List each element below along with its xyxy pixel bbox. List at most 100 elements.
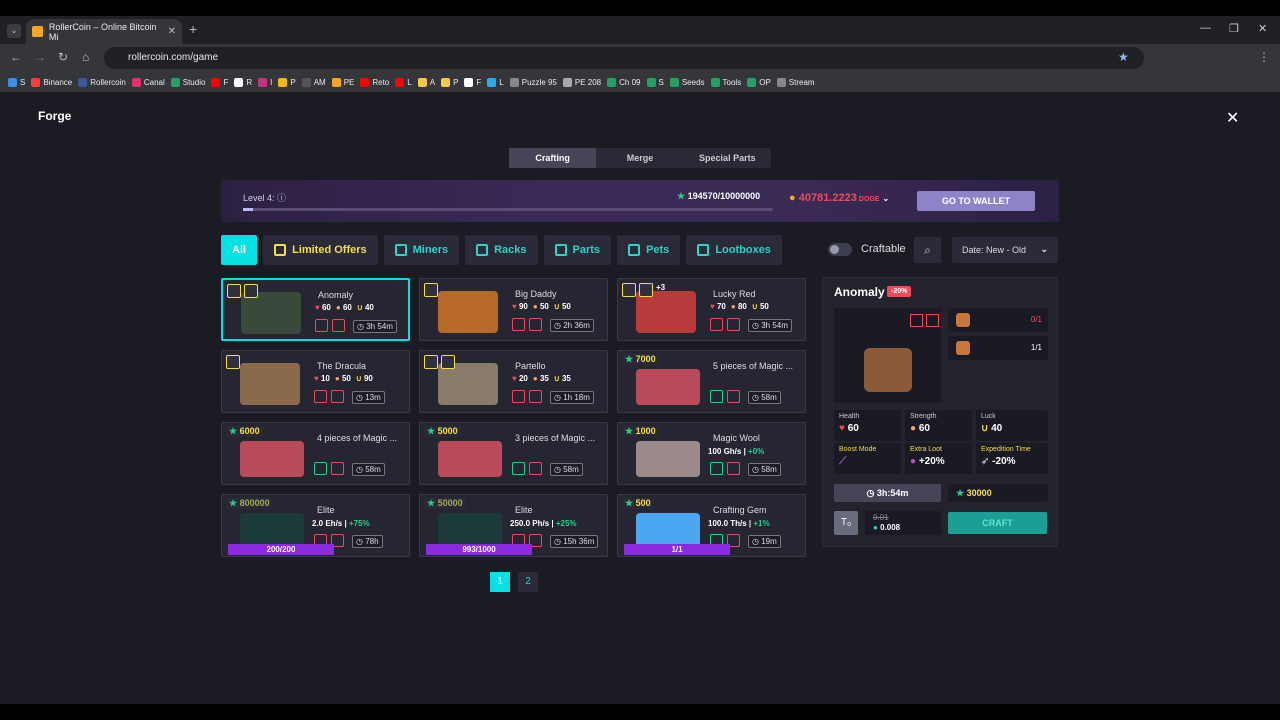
address-bar[interactable]: rollercoin.com/game [104, 47, 1144, 69]
stat: ● 80 [731, 302, 747, 311]
bookmark-item[interactable]: P [278, 77, 296, 87]
token-badge-icon [727, 318, 740, 331]
chevron-down-icon: ⌄ [882, 194, 890, 203]
bookmark-item[interactable]: AM [301, 77, 326, 87]
close-icon[interactable]: ✕ [1226, 108, 1239, 128]
bookmark-item[interactable]: Ch 09 [607, 77, 641, 87]
bookmark-item[interactable]: L [487, 77, 504, 87]
bookmark-star-icon[interactable]: ★ [1118, 50, 1129, 64]
heart-icon: ♥ [314, 374, 321, 383]
stat: ∪ 35 [554, 374, 571, 383]
bookmark-item[interactable]: Seeds [669, 77, 705, 87]
item-power: 250.0 Ph/s | +25% [510, 519, 577, 528]
item-card[interactable]: ★ 800000 Elite 2.0 Eh/s | +75% ◷ 78h 200/200 [221, 494, 410, 557]
bookmark-item[interactable]: Reto [360, 77, 389, 87]
item-card[interactable]: Anomaly ♥ 60 ● 60 ∪ 40 ◷ 3h 54m [221, 278, 410, 341]
bookmark-item[interactable]: F [464, 77, 481, 87]
tab-crafting[interactable]: Crafting [509, 148, 597, 168]
bookmark-item[interactable]: F [211, 77, 228, 87]
bookmark-item[interactable]: S [8, 77, 25, 87]
close-window-icon[interactable]: ✕ [1258, 22, 1267, 35]
bookmarks-bar: S Binance Rollercoin Canal Studio F R I P AM PE Ret… [0, 72, 1280, 92]
info-icon[interactable]: ⓘ [277, 193, 286, 203]
tab-merge[interactable]: Merge [596, 148, 683, 168]
item-name: 4 pieces of Magic ... [317, 433, 398, 443]
level-banner: Level 4: ⓘ ★ 194570/10000000 ● 40781.222… [221, 180, 1059, 222]
luck-stat: Luck ∪ 40 [976, 410, 1048, 441]
browser-menu-icon[interactable]: ⋮ [1258, 50, 1270, 64]
craftable-toggle[interactable] [828, 243, 852, 256]
price-value: 6000 [239, 426, 260, 436]
reload-icon[interactable]: ↻ [58, 50, 68, 64]
bookmark-item[interactable]: Binance [31, 77, 72, 87]
bookmark-item[interactable]: L [395, 77, 412, 87]
xp-reward: ★ 30000 [948, 484, 1048, 502]
maximize-icon[interactable]: ❐ [1229, 22, 1239, 35]
filter-all[interactable]: All [221, 235, 258, 265]
screen-bottom-bar [0, 704, 1280, 720]
forward-icon[interactable]: → [34, 50, 46, 64]
browser-tab[interactable]: RollerCoin – Online Bitcoin Mi ✕ [26, 19, 182, 44]
bookmark-item[interactable]: P [441, 77, 458, 87]
item-card[interactable]: +3 Lucky Red ♥ 70 ● 80 ∪ 50 ◷ 3h 54m [617, 278, 806, 341]
go-to-wallet-button[interactable]: GO TO WALLET [917, 191, 1035, 211]
token-icon[interactable]: T₀ [834, 511, 858, 535]
bookmark-item[interactable]: Canal [131, 77, 165, 87]
item-card[interactable]: ★ 50000 Elite 250.0 Ph/s | +25% ◷ 15h 36m 99… [419, 494, 608, 557]
item-card[interactable]: The Dracula ♥ 10 ● 50 ∪ 90 ◷ 13m [221, 350, 410, 413]
clock-icon: ◷ [357, 322, 367, 331]
bookmark-item[interactable]: Stream [776, 77, 815, 87]
filter-miners[interactable]: Miners [383, 235, 460, 265]
close-tab-icon[interactable]: ✕ [168, 26, 176, 37]
tab-special-parts[interactable]: Special Parts [684, 148, 771, 168]
loot-icon: ● [910, 456, 917, 467]
bookmark-item[interactable]: R [234, 77, 252, 87]
craft-time: ◷ 58m [748, 463, 781, 476]
page-2-button[interactable]: 2 [518, 572, 538, 592]
bookmark-favicon-icon [646, 77, 656, 87]
back-icon[interactable]: ← [10, 50, 22, 64]
home-icon[interactable]: ⌂ [82, 50, 89, 64]
fist-icon: ● [910, 423, 917, 434]
power-bonus: +1% [753, 519, 770, 528]
bookmark-item[interactable]: PE 208 [562, 77, 601, 87]
minimize-icon[interactable]: — [1200, 22, 1211, 34]
sort-dropdown[interactable]: Date: New - Old ⌄ [952, 237, 1058, 263]
item-card[interactable]: ★ 7000 5 pieces of Magic ... ◷ 58m [617, 350, 806, 413]
search-icon[interactable]: ⌕ [914, 237, 941, 263]
filter-parts[interactable]: Parts [543, 235, 612, 265]
stat: ♥ 90 [512, 302, 528, 311]
bookmark-item[interactable]: Puzzle 95 [509, 77, 557, 87]
bookmark-item[interactable]: OP [747, 77, 771, 87]
bookmark-item[interactable]: PE [331, 77, 354, 87]
material-slot: 0/1 [948, 308, 1048, 332]
item-card[interactable]: ★ 6000 4 pieces of Magic ... ◷ 58m [221, 422, 410, 485]
filter-limited-offers[interactable]: Limited Offers [263, 235, 378, 265]
bookmark-item[interactable]: I [258, 77, 272, 87]
craft-button[interactable]: CRAFT [948, 512, 1047, 534]
item-card[interactable]: Partello ♥ 20 ● 35 ∪ 35 ◷ 1h 18m [419, 350, 608, 413]
bookmark-item[interactable]: Tools [710, 77, 741, 87]
stat: ♥ 70 [710, 302, 726, 311]
clock-icon: ◷ [554, 465, 564, 474]
item-card[interactable]: ★ 500 Crafting Gem 100.0 Th/s | +1% ◷ 19m 1/… [617, 494, 806, 557]
clock-icon: ◷ [554, 537, 564, 546]
balance-selector[interactable]: ● 40781.2223 DOGE ⌄ [789, 192, 889, 204]
filter-lootboxes[interactable]: Lootboxes [686, 235, 782, 265]
new-tab-button[interactable]: + [189, 21, 197, 37]
page-1-button[interactable]: 1 [490, 572, 510, 592]
item-stats: ♥ 20 ● 35 ∪ 35 [512, 374, 571, 383]
ability-icons [227, 284, 258, 298]
bookmark-item[interactable]: Rollercoin [78, 77, 126, 87]
tab-search-button[interactable]: ⌄ [7, 24, 21, 38]
heart-icon: ♥ [315, 303, 322, 312]
filter-pets[interactable]: Pets [617, 235, 681, 265]
hand-icon [274, 244, 287, 256]
filter-racks[interactable]: Racks [465, 235, 538, 265]
bookmark-item[interactable]: A [417, 77, 435, 87]
item-card[interactable]: Big Daddy ♥ 90 ● 50 ∪ 50 ◷ 2h 36m [419, 278, 608, 341]
item-card[interactable]: ★ 5000 3 pieces of Magic ... ◷ 58m [419, 422, 608, 485]
bookmark-item[interactable]: Studio [170, 77, 205, 87]
bookmark-item[interactable]: S [646, 77, 664, 87]
item-card[interactable]: ★ 1000 Magic Wool 100 Gh/s | +0% ◷ 58m [617, 422, 806, 485]
